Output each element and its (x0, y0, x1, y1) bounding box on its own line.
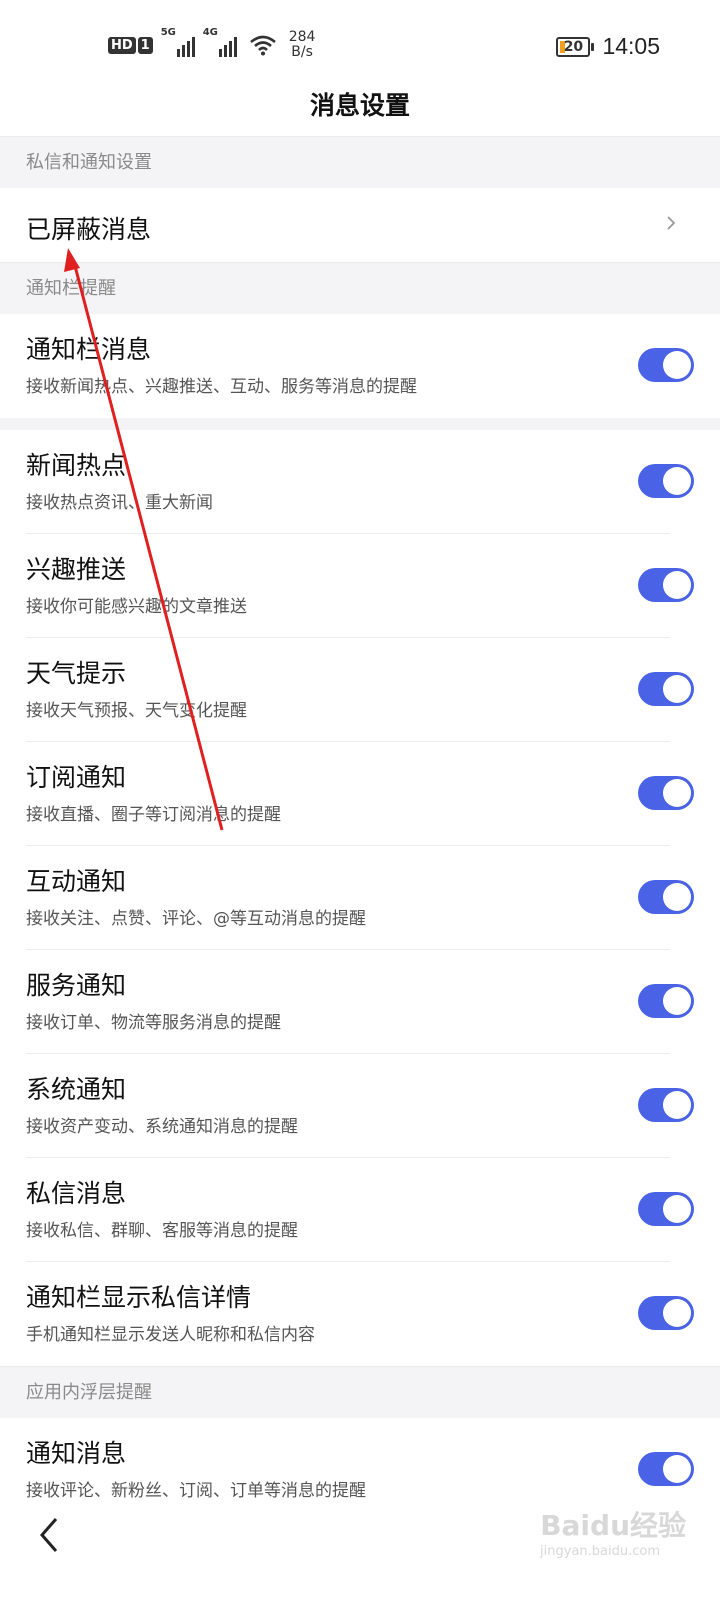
notify-item-row: 服务通知接收订单、物流等服务消息的提醒 (0, 950, 720, 1054)
chevron-right-icon (667, 216, 676, 230)
signal-5g-icon: 5G (161, 27, 195, 57)
notify-item-row: 互动通知接收关注、点赞、评论、@等互动消息的提醒 (0, 846, 720, 950)
baidu-watermark: Baidu经验 (540, 1509, 686, 1542)
watermark-url: jingyan.baidu.com (540, 1544, 660, 1559)
row-subtitle: 接收关注、点赞、评论、@等互动消息的提醒 (26, 909, 366, 929)
row-subtitle: 接收热点资讯、重大新闻 (26, 493, 213, 513)
status-bar: HD 1 5G 4G 284 B/s 20 14:05 (0, 0, 720, 88)
settings-list: 私信和通知设置 已屏蔽消息 通知栏提醒 通知栏消息 接收新闻热点、兴趣推送、互动… (0, 136, 720, 1522)
hd-indicator: HD 1 (108, 36, 153, 54)
notify-item-toggle[interactable] (638, 880, 694, 914)
row-subtitle: 接收评论、新粉丝、订阅、订单等消息的提醒 (26, 1481, 366, 1501)
blocked-messages-row[interactable]: 已屏蔽消息 (0, 188, 720, 262)
row-title: 服务通知 (26, 971, 127, 1000)
row-title: 已屏蔽消息 (26, 215, 152, 244)
notify-item-toggle[interactable] (638, 1296, 694, 1330)
notify-item-row: 兴趣推送接收你可能感兴趣的文章推送 (0, 534, 720, 638)
page-title: 消息设置 (309, 91, 410, 120)
row-title: 通知消息 (26, 1439, 127, 1468)
section-header-notify-bar: 通知栏提醒 (0, 262, 720, 314)
notify-items: 新闻热点接收热点资讯、重大新闻兴趣推送接收你可能感兴趣的文章推送天气提示接收天气… (0, 430, 720, 1366)
overlay-notify-toggle[interactable] (638, 1452, 694, 1486)
row-title: 新闻热点 (26, 451, 127, 480)
clock: 14:05 (602, 33, 660, 59)
notify-bar-master-row: 通知栏消息 接收新闻热点、兴趣推送、互动、服务等消息的提醒 (0, 314, 720, 418)
nav-bar: Baidu经验 jingyan.baidu.com (0, 1500, 720, 1600)
row-subtitle: 接收你可能感兴趣的文章推送 (26, 597, 247, 617)
battery-icon: 20 (556, 36, 595, 57)
row-subtitle: 接收新闻热点、兴趣推送、互动、服务等消息的提醒 (26, 377, 417, 397)
row-title: 系统通知 (26, 1075, 127, 1104)
notify-item-toggle[interactable] (638, 776, 694, 810)
notify-bar-toggle[interactable] (638, 348, 694, 382)
notify-item-row: 订阅通知接收直播、圈子等订阅消息的提醒 (0, 742, 720, 846)
notify-item-row: 私信消息接收私信、群聊、客服等消息的提醒 (0, 1158, 720, 1262)
notify-item-row: 新闻热点接收热点资讯、重大新闻 (0, 430, 720, 534)
signal-4g-icon: 4G (203, 27, 237, 57)
row-subtitle: 接收资产变动、系统通知消息的提醒 (26, 1117, 298, 1137)
net-speed: 284 B/s (288, 29, 316, 60)
notify-item-toggle[interactable] (638, 568, 694, 602)
wifi-icon (249, 35, 276, 56)
row-title: 私信消息 (26, 1179, 127, 1208)
notify-item-toggle[interactable] (638, 984, 694, 1018)
title-bar: 消息设置 (0, 88, 720, 136)
row-title: 天气提示 (26, 659, 127, 688)
notify-item-toggle[interactable] (638, 672, 694, 706)
row-title: 通知栏消息 (26, 335, 152, 364)
section-header-overlay: 应用内浮层提醒 (0, 1366, 720, 1418)
notify-item-row: 系统通知接收资产变动、系统通知消息的提醒 (0, 1054, 720, 1158)
row-title: 兴趣推送 (26, 555, 127, 584)
row-title: 互动通知 (26, 867, 127, 896)
row-subtitle: 接收订单、物流等服务消息的提醒 (26, 1013, 281, 1033)
section-header-private: 私信和通知设置 (0, 136, 720, 188)
notify-item-row: 天气提示接收天气预报、天气变化提醒 (0, 638, 720, 742)
notify-item-toggle[interactable] (638, 1192, 694, 1226)
notify-item-toggle[interactable] (638, 1088, 694, 1122)
row-subtitle: 接收直播、圈子等订阅消息的提醒 (26, 805, 281, 825)
section-gap (0, 418, 720, 430)
row-subtitle: 接收私信、群聊、客服等消息的提醒 (26, 1221, 298, 1241)
row-subtitle: 接收天气预报、天气变化提醒 (26, 701, 247, 721)
row-title: 通知栏显示私信详情 (26, 1283, 252, 1312)
notify-item-row: 通知栏显示私信详情手机通知栏显示发送人昵称和私信内容 (0, 1262, 720, 1366)
back-arrow-icon[interactable] (36, 1516, 64, 1554)
row-title: 订阅通知 (26, 763, 127, 792)
row-subtitle: 手机通知栏显示发送人昵称和私信内容 (26, 1325, 315, 1345)
notify-item-toggle[interactable] (638, 464, 694, 498)
